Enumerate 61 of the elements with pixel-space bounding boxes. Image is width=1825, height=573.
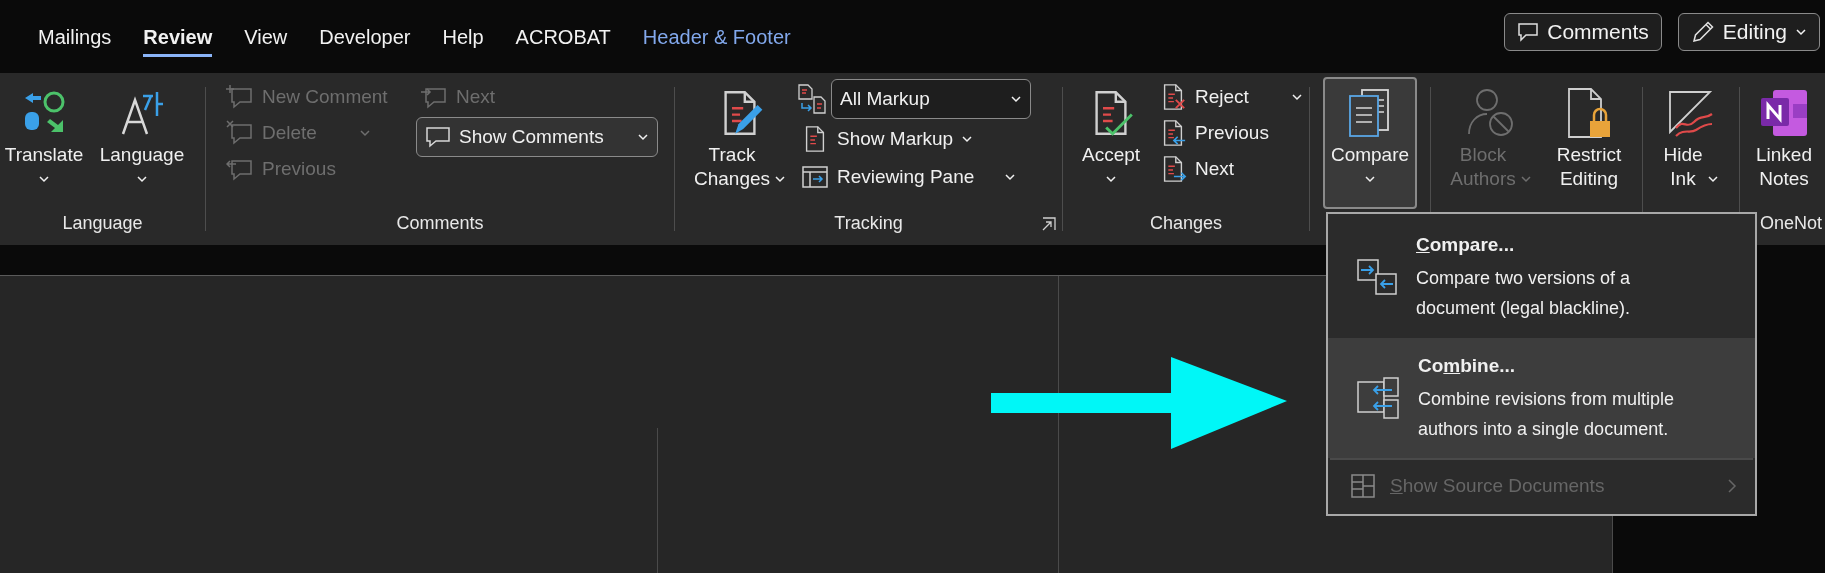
language-icon [119,90,165,136]
compare-documents-icon [1356,258,1398,296]
chevron-down-icon [961,135,974,143]
group-label: Language [62,212,143,235]
pencil-icon [1690,19,1715,44]
chevron-down-icon [136,175,148,183]
group-label: OneNot [1760,213,1823,233]
notebook-icon [1759,88,1809,138]
comment-add-icon [226,84,254,110]
translate-button[interactable]: Translate [0,77,88,209]
chevron-down-icon [637,133,649,141]
ribbon-tab[interactable]: Review [143,22,213,57]
reject-button[interactable]: Reject [1155,79,1307,115]
previous-change-button[interactable]: Previous [1155,115,1307,151]
show-comments-dropdown[interactable]: Show Comments [416,117,658,157]
ribbon-tab[interactable]: Header & Footer [642,22,791,57]
track-changes-button[interactable]: Track Changes [687,77,793,209]
chevron-down-icon [1010,95,1022,103]
next-change-button[interactable]: Next [1155,151,1307,187]
chevron-down-icon [1706,175,1719,183]
chevron-down-icon [1519,175,1532,183]
group-label: Comments [396,212,484,235]
editing-mode-button[interactable]: Editing [1677,12,1820,51]
accept-button[interactable]: Accept [1071,77,1151,209]
show-markup-button[interactable]: Show Markup [797,121,1031,157]
comments-button[interactable]: Comments [1504,12,1662,51]
chevron-down-icon [1105,175,1117,183]
reviewing-pane-icon [801,164,829,190]
chevron-right-icon [1727,478,1737,494]
markup-select[interactable]: All Markup [831,79,1031,119]
chevron-down-icon [1004,173,1017,181]
person-blocked-icon [1467,88,1515,138]
language-button[interactable]: Language [92,77,192,209]
comment-icon [1517,21,1540,42]
markup-documents-icon [797,83,827,115]
hide-ink-button[interactable]: Hide Ink [1648,77,1734,209]
menu-item[interactable]: Compare... Compare two versions of a document (legal blackline). [1328,217,1755,337]
restrict-editing-button[interactable]: Restrict Editing [1541,77,1637,209]
ribbon-tab[interactable]: Developer [319,22,411,57]
chevron-down-icon [1364,175,1376,183]
document-lock-icon [1565,87,1613,139]
compare-button[interactable]: Compare [1323,77,1417,209]
ribbon-tab[interactable]: Mailings [38,22,112,57]
chevron-down-icon [1290,93,1303,101]
menu-item[interactable]: Combine... Combine revisions from multiple authors into a single document. [1328,338,1755,458]
ribbon-tab[interactable]: ACROBAT [515,22,611,57]
chevron-down-icon [358,129,371,137]
chevron-down-icon [38,175,50,183]
chevron-down-icon [774,175,787,183]
linked-notes-button[interactable]: Linked Notes [1746,77,1822,209]
comment-icon [425,125,451,149]
group-label: Changes [1149,212,1223,235]
reviewing-pane-button[interactable]: Reviewing Pane [797,159,1031,195]
comment-delete-icon [226,120,254,146]
dialog-launcher-icon[interactable] [1042,216,1056,231]
chevron-down-icon [1795,27,1807,36]
combine-documents-icon [1356,376,1400,420]
ribbon-tab[interactable]: View [244,22,288,57]
group-label: Tracking [834,212,903,235]
source-documents-icon [1350,473,1376,499]
ribbon-tab[interactable]: Help [442,22,484,57]
